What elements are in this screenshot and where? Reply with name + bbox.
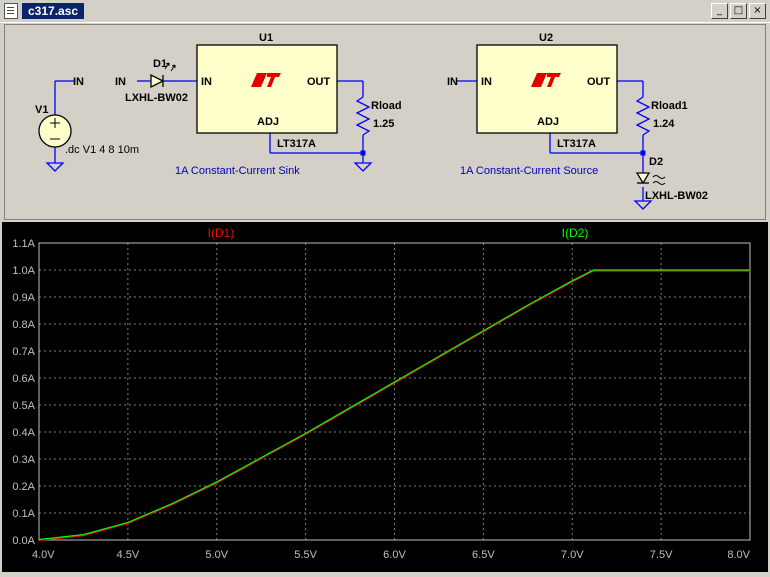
minimize-button[interactable]: _ (711, 3, 728, 19)
d1-name: D1 (153, 58, 167, 70)
y-tick-label: 1.1A (12, 238, 35, 250)
led-d2-icon[interactable] (635, 172, 666, 185)
x-tick-label: 4.0V (32, 549, 55, 561)
schematic-pane[interactable]: IN V1 .dc V1 4 8 10m IN D1 LXHL-BW02 U1 … (4, 24, 766, 220)
y-tick-label: 0.3A (12, 454, 35, 466)
schematic-canvas[interactable]: IN V1 .dc V1 4 8 10m IN D1 LXHL-BW02 U1 … (5, 25, 765, 219)
title-area: c317.asc (4, 3, 85, 19)
y-tick-label: 0.0A (12, 535, 35, 547)
voltage-source-icon[interactable] (38, 114, 72, 148)
junction-dot (640, 150, 646, 156)
y-tick-label: 0.4A (12, 427, 35, 439)
document-icon (4, 3, 18, 19)
u2-part: LT317A (557, 138, 596, 150)
waveform-chart[interactable]: 0.0A 0.1A 0.2A 0.3A 0.4A 0.5A 0.6A 0.7A 0.8A 0.9A… (2, 222, 768, 572)
d1-part: LXHL-BW02 (125, 92, 188, 104)
y-tick-label: 0.1A (12, 508, 35, 520)
u2-pin-out: OUT (587, 76, 611, 88)
u2-pin-in: IN (481, 76, 492, 88)
x-tick-label: 4.5V (117, 549, 140, 561)
y-tick-label: 0.8A (12, 319, 35, 331)
rload1-name: Rload1 (651, 100, 688, 112)
rload-value: 1.25 (373, 118, 394, 130)
junction-dot (360, 150, 366, 156)
x-tick-label: 6.5V (472, 549, 495, 561)
u1-pin-in: IN (201, 76, 212, 88)
dc-directive: .dc V1 4 8 10m (65, 144, 139, 156)
caption-source: 1A Constant-Current Source (460, 165, 598, 177)
legend-entry: I(D1) (208, 226, 235, 240)
u1-name: U1 (259, 32, 273, 44)
ground-icon (45, 162, 65, 172)
caption-sink: 1A Constant-Current Sink (175, 165, 300, 177)
y-tick-label: 1.0A (12, 265, 35, 277)
y-tick-label: 0.2A (12, 481, 35, 493)
maximize-button[interactable]: □ (730, 3, 747, 19)
x-tick-label: 7.5V (650, 549, 673, 561)
legend-entry: I(D2) (562, 226, 589, 240)
ground-icon (633, 200, 653, 210)
window-titlebar: c317.asc _ □ × (0, 0, 770, 23)
d2-part: LXHL-BW02 (645, 190, 708, 202)
rload-name: Rload (371, 100, 402, 112)
source-name: V1 (35, 104, 48, 116)
d2-name: D2 (649, 156, 663, 168)
x-tick-label: 5.5V (294, 549, 317, 561)
u2-name: U2 (539, 32, 553, 44)
u2-input-net-label: IN (447, 76, 458, 88)
u1-input-net-label: IN (115, 76, 126, 88)
plot-frame (38, 242, 751, 541)
y-tick-label: 0.6A (12, 373, 35, 385)
x-tick-label: 7.0V (561, 549, 584, 561)
ground-icon (353, 162, 373, 172)
u2-pin-adj: ADJ (537, 116, 559, 128)
x-tick-label: 5.0V (205, 549, 228, 561)
rload1-value: 1.24 (653, 118, 675, 130)
net-label-in: IN (73, 76, 84, 88)
series-line-id1 (38, 270, 750, 542)
u1-pin-out: OUT (307, 76, 331, 88)
y-tick-label: 0.9A (12, 292, 35, 304)
u1-part: LT317A (277, 138, 316, 150)
window-controls: _ □ × (711, 3, 766, 19)
close-button[interactable]: × (749, 3, 766, 19)
y-tick-label: 0.5A (12, 400, 35, 412)
waveform-pane[interactable]: 0.0A 0.1A 0.2A 0.3A 0.4A 0.5A 0.6A 0.7A 0.8A 0.9A… (2, 222, 768, 572)
x-tick-label: 6.0V (383, 549, 406, 561)
y-tick-label: 0.7A (12, 346, 35, 358)
u1-pin-adj: ADJ (257, 116, 279, 128)
x-tick-label: 8.0V (727, 549, 750, 561)
window-title: c317.asc (22, 3, 85, 19)
